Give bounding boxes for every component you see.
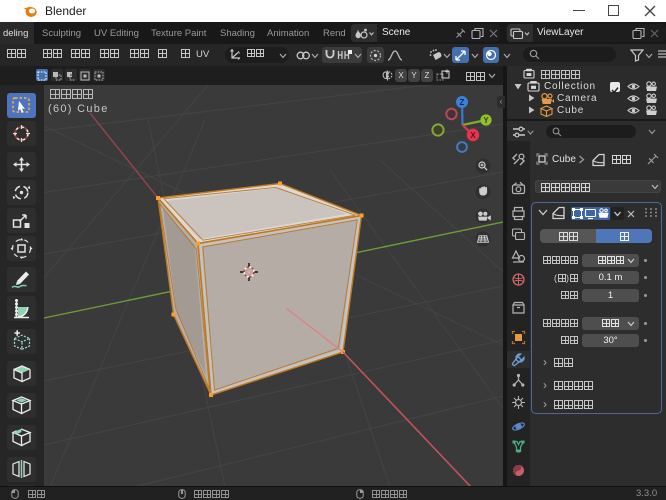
svg-text:X: X	[470, 131, 476, 140]
svg-text:Z: Z	[460, 98, 465, 107]
svg-text:Y: Y	[483, 116, 489, 125]
